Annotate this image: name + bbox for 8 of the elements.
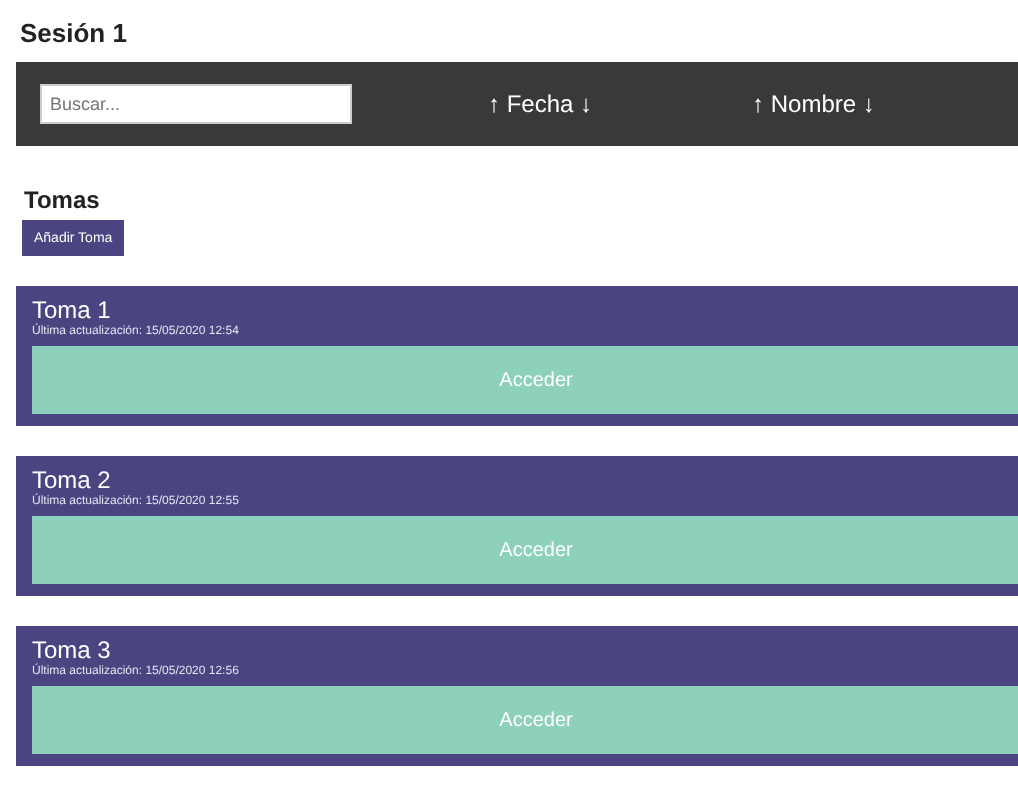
page-title: Sesión 1	[18, 16, 129, 52]
card-title: Toma 1	[32, 296, 113, 324]
search-field[interactable]: Buscar...	[40, 84, 352, 124]
sort-button[interactable]: ↑ Nombre ↓	[752, 90, 875, 118]
card-title: Toma 3	[32, 636, 113, 664]
card-title: Toma 2	[32, 466, 113, 494]
sort-button[interactable]: ↑ Fecha ↓	[488, 90, 593, 118]
section-title: Tomas	[22, 184, 102, 218]
